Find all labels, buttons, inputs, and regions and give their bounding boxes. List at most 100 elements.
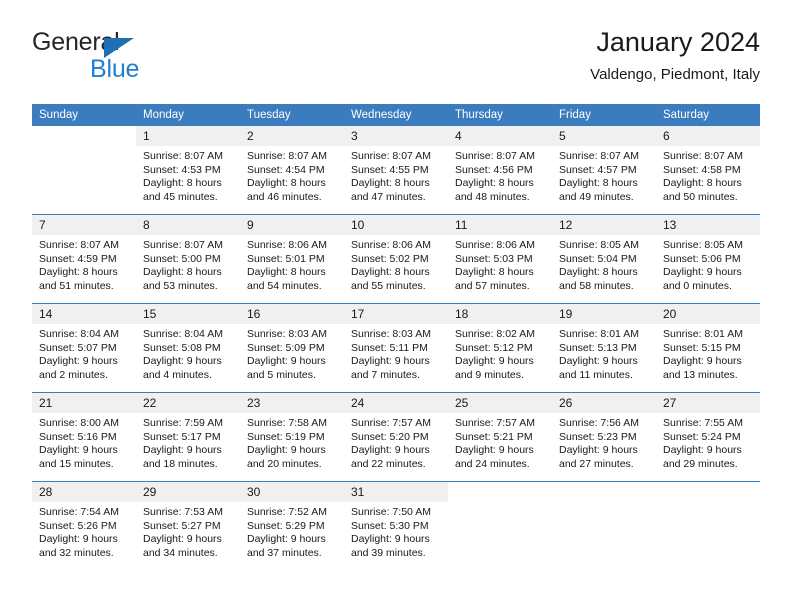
calendar-day-cell[interactable]: 11 Sunrise: 8:06 AM Sunset: 5:03 PM Dayligh…	[448, 215, 552, 303]
calendar-day-cell[interactable]: 5 Sunrise: 8:07 AM Sunset: 4:57 PM Daylight…	[552, 126, 656, 214]
calendar-day-cell[interactable]: 3 Sunrise: 8:07 AM Sunset: 4:55 PM Daylight…	[344, 126, 448, 214]
sunset-text: Sunset: 5:15 PM	[663, 341, 741, 354]
daylight-text-line2: and 51 minutes.	[39, 279, 114, 292]
daylight-text-line2: and 11 minutes.	[559, 368, 633, 381]
sunset-text: Sunset: 5:20 PM	[351, 430, 429, 443]
calendar-day-cell[interactable]: 7 Sunrise: 8:07 AM Sunset: 4:59 PM Daylight…	[32, 215, 136, 303]
calendar-day-cell[interactable]: 10 Sunrise: 8:06 AM Sunset: 5:02 PM Dayligh…	[344, 215, 448, 303]
calendar-week-row: 28 Sunrise: 7:54 AM Sunset: 5:26 PM Dayligh…	[32, 482, 760, 570]
calendar-day-cell[interactable]: 1 Sunrise: 8:07 AM Sunset: 4:53 PM Daylight…	[136, 126, 240, 214]
day-cell-content: 19 Sunrise: 8:01 AM Sunset: 5:13 PM Dayligh…	[552, 304, 656, 392]
day-cell-content	[32, 126, 136, 214]
calendar-day-cell[interactable]: 2 Sunrise: 8:07 AM Sunset: 4:54 PM Daylight…	[240, 126, 344, 214]
calendar-day-cell[interactable]: 30 Sunrise: 7:52 AM Sunset: 5:29 PM Dayligh…	[240, 482, 344, 570]
calendar-grid: Sunday Monday Tuesday Wednesday Thursday…	[32, 104, 760, 570]
sunrise-text: Sunrise: 8:03 AM	[351, 328, 431, 340]
calendar-day-cell[interactable]: 23 Sunrise: 7:58 AM Sunset: 5:19 PM Dayligh…	[240, 393, 344, 481]
daylight-text-line1: Daylight: 9 hours	[39, 444, 118, 457]
day-details: Sunrise: 8:00 AM Sunset: 5:16 PM Daylight:…	[32, 413, 136, 471]
day-details: Sunrise: 8:03 AM Sunset: 5:11 PM Daylight:…	[344, 324, 448, 382]
calendar-day-cell[interactable]: 8 Sunrise: 8:07 AM Sunset: 5:00 PM Daylight…	[136, 215, 240, 303]
day-cell-content: 25 Sunrise: 7:57 AM Sunset: 5:21 PM Dayligh…	[448, 393, 552, 481]
sunset-text: Sunset: 5:03 PM	[455, 252, 533, 265]
daylight-text-line2: and 22 minutes.	[351, 457, 426, 470]
daylight-text-line1: Daylight: 9 hours	[143, 355, 222, 368]
day-details: Sunrise: 8:07 AM Sunset: 4:53 PM Daylight:…	[136, 146, 240, 204]
daylight-text-line2: and 58 minutes.	[559, 279, 634, 292]
day-cell-content: 11 Sunrise: 8:06 AM Sunset: 5:03 PM Dayligh…	[448, 215, 552, 303]
calendar-day-cell[interactable]: 12 Sunrise: 8:05 AM Sunset: 5:04 PM Dayligh…	[552, 215, 656, 303]
day-number: 28	[32, 482, 136, 502]
sunrise-text: Sunrise: 8:05 AM	[663, 239, 743, 251]
day-number: 14	[32, 304, 136, 324]
calendar-day-cell[interactable]: 20 Sunrise: 8:01 AM Sunset: 5:15 PM Dayligh…	[656, 304, 760, 392]
sunset-text: Sunset: 4:55 PM	[351, 163, 429, 176]
calendar-day-cell[interactable]: 19 Sunrise: 8:01 AM Sunset: 5:13 PM Dayligh…	[552, 304, 656, 392]
sunrise-text: Sunrise: 8:00 AM	[39, 417, 119, 429]
sunset-text: Sunset: 4:53 PM	[143, 163, 221, 176]
sunrise-text: Sunrise: 8:04 AM	[143, 328, 223, 340]
day-cell-content: 31 Sunrise: 7:50 AM Sunset: 5:30 PM Dayligh…	[344, 482, 448, 570]
daylight-text-line2: and 37 minutes.	[247, 546, 322, 559]
sunset-text: Sunset: 5:02 PM	[351, 252, 429, 265]
daylight-text-line1: Daylight: 9 hours	[455, 444, 534, 457]
daylight-text-line2: and 27 minutes.	[559, 457, 634, 470]
calendar-day-cell[interactable]: 21 Sunrise: 8:00 AM Sunset: 5:16 PM Dayligh…	[32, 393, 136, 481]
daylight-text-line1: Daylight: 9 hours	[39, 533, 118, 546]
day-number: 16	[240, 304, 344, 324]
calendar-day-cell[interactable]: 14 Sunrise: 8:04 AM Sunset: 5:07 PM Dayligh…	[32, 304, 136, 392]
daylight-text-line1: Daylight: 8 hours	[247, 266, 326, 279]
daylight-text-line2: and 47 minutes.	[351, 190, 426, 203]
day-details: Sunrise: 7:54 AM Sunset: 5:26 PM Daylight:…	[32, 502, 136, 560]
day-cell-content: 30 Sunrise: 7:52 AM Sunset: 5:29 PM Dayligh…	[240, 482, 344, 570]
calendar-day-cell[interactable]: 27 Sunrise: 7:55 AM Sunset: 5:24 PM Dayligh…	[656, 393, 760, 481]
general-blue-logo[interactable]: General Blue	[32, 28, 232, 88]
calendar-day-cell[interactable]: 28 Sunrise: 7:54 AM Sunset: 5:26 PM Dayligh…	[32, 482, 136, 570]
daylight-text-line1: Daylight: 8 hours	[455, 177, 534, 190]
calendar-day-cell[interactable]: 17 Sunrise: 8:03 AM Sunset: 5:11 PM Dayligh…	[344, 304, 448, 392]
weekday-header-saturday: Saturday	[656, 104, 760, 126]
calendar-day-cell-empty	[32, 126, 136, 214]
weekday-header-sunday: Sunday	[32, 104, 136, 126]
weekday-header-thursday: Thursday	[448, 104, 552, 126]
calendar-day-cell[interactable]: 4 Sunrise: 8:07 AM Sunset: 4:56 PM Daylight…	[448, 126, 552, 214]
calendar-day-cell[interactable]: 18 Sunrise: 8:02 AM Sunset: 5:12 PM Dayligh…	[448, 304, 552, 392]
calendar-day-cell[interactable]: 31 Sunrise: 7:50 AM Sunset: 5:30 PM Dayligh…	[344, 482, 448, 570]
calendar-header-row: Sunday Monday Tuesday Wednesday Thursday…	[32, 104, 760, 126]
calendar-day-cell[interactable]: 6 Sunrise: 8:07 AM Sunset: 4:58 PM Daylight…	[656, 126, 760, 214]
sunset-text: Sunset: 4:56 PM	[455, 163, 533, 176]
day-number: 10	[344, 215, 448, 235]
day-number: 5	[552, 126, 656, 146]
day-details: Sunrise: 8:06 AM Sunset: 5:02 PM Daylight:…	[344, 235, 448, 293]
calendar-day-cell[interactable]: 25 Sunrise: 7:57 AM Sunset: 5:21 PM Dayligh…	[448, 393, 552, 481]
calendar-day-cell[interactable]: 24 Sunrise: 7:57 AM Sunset: 5:20 PM Dayligh…	[344, 393, 448, 481]
day-cell-content: 7 Sunrise: 8:07 AM Sunset: 4:59 PM Daylight…	[32, 215, 136, 303]
sunrise-text: Sunrise: 8:06 AM	[247, 239, 327, 251]
calendar-day-cell[interactable]: 26 Sunrise: 7:56 AM Sunset: 5:23 PM Dayligh…	[552, 393, 656, 481]
day-number: 4	[448, 126, 552, 146]
daylight-text-line1: Daylight: 9 hours	[247, 355, 326, 368]
day-cell-content: 21 Sunrise: 8:00 AM Sunset: 5:16 PM Dayligh…	[32, 393, 136, 481]
day-details: Sunrise: 8:07 AM Sunset: 4:56 PM Daylight:…	[448, 146, 552, 204]
day-number: 25	[448, 393, 552, 413]
day-number: 29	[136, 482, 240, 502]
calendar-day-cell[interactable]: 13 Sunrise: 8:05 AM Sunset: 5:06 PM Dayligh…	[656, 215, 760, 303]
day-details: Sunrise: 7:52 AM Sunset: 5:29 PM Daylight:…	[240, 502, 344, 560]
calendar-day-cell[interactable]: 29 Sunrise: 7:53 AM Sunset: 5:27 PM Dayligh…	[136, 482, 240, 570]
sunrise-text: Sunrise: 8:01 AM	[663, 328, 743, 340]
sunrise-text: Sunrise: 7:55 AM	[663, 417, 743, 429]
sunrise-text: Sunrise: 7:52 AM	[247, 506, 327, 518]
calendar-day-cell[interactable]: 9 Sunrise: 8:06 AM Sunset: 5:01 PM Daylight…	[240, 215, 344, 303]
day-number: 30	[240, 482, 344, 502]
day-cell-content	[448, 482, 552, 570]
daylight-text-line1: Daylight: 9 hours	[559, 444, 638, 457]
sunset-text: Sunset: 5:24 PM	[663, 430, 741, 443]
daylight-text-line1: Daylight: 9 hours	[39, 355, 118, 368]
day-details: Sunrise: 8:01 AM Sunset: 5:13 PM Daylight:…	[552, 324, 656, 382]
sunset-text: Sunset: 5:07 PM	[39, 341, 117, 354]
daylight-text-line1: Daylight: 9 hours	[559, 355, 638, 368]
calendar-day-cell[interactable]: 16 Sunrise: 8:03 AM Sunset: 5:09 PM Dayligh…	[240, 304, 344, 392]
calendar-day-cell[interactable]: 15 Sunrise: 8:04 AM Sunset: 5:08 PM Dayligh…	[136, 304, 240, 392]
day-number: 19	[552, 304, 656, 324]
calendar-day-cell[interactable]: 22 Sunrise: 7:59 AM Sunset: 5:17 PM Dayligh…	[136, 393, 240, 481]
